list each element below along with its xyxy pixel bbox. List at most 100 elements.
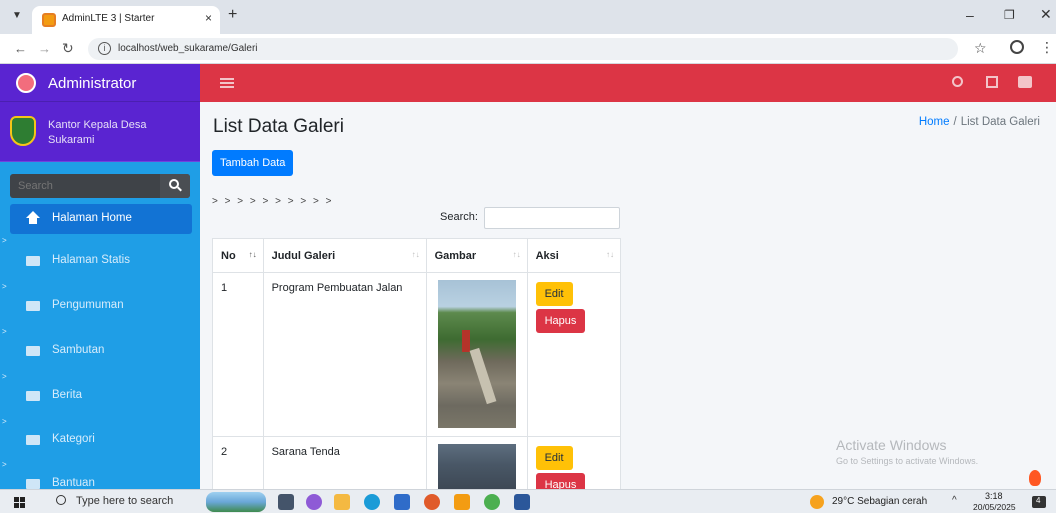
site-info-icon[interactable]: i: [98, 42, 111, 55]
delete-button[interactable]: Hapus: [535, 473, 586, 489]
firefox-icon[interactable]: [424, 494, 440, 510]
column-header-aksi[interactable]: Aksi ↑↓: [526, 238, 622, 273]
flame-icon[interactable]: [1029, 470, 1041, 486]
profile-icon[interactable]: [1010, 40, 1024, 54]
navbar-search-icon[interactable]: [952, 76, 963, 87]
table-row: 1 Program Pembuatan Jalan Edit Hapus: [212, 272, 622, 437]
breadcrumb-current: List Data Galeri: [960, 116, 1040, 128]
caret-right-icon: >: [2, 282, 7, 291]
copilot-icon[interactable]: [306, 494, 322, 510]
sidebar-item-sambutan[interactable]: Sambutan: [10, 336, 192, 366]
caret-right-icon: >: [2, 417, 7, 426]
weather-sun-icon[interactable]: [810, 495, 824, 509]
table-search-input[interactable]: [484, 207, 620, 229]
weather-text[interactable]: 29°C Sebagian cerah: [832, 496, 927, 507]
add-data-button[interactable]: Tambah Data: [212, 150, 294, 176]
caret-right-icon: >: [2, 236, 7, 245]
column-header-judul[interactable]: Judul Galeri ↑↓: [262, 238, 427, 273]
list-icon: [26, 391, 40, 401]
edit-button[interactable]: Edit: [535, 282, 573, 306]
table-row: 2 Sarana Tenda Edit Hapus: [212, 436, 622, 489]
notification-icon[interactable]: 4: [1032, 496, 1046, 508]
word-icon[interactable]: [514, 494, 530, 510]
clock-date[interactable]: 20/05/2025: [973, 502, 1016, 512]
activate-windows-title: Activate Windows: [836, 437, 947, 453]
brand-text: Administrator: [48, 75, 137, 92]
user-name[interactable]: Kantor Kepala Desa Sukarami: [48, 118, 146, 148]
new-tab-button[interactable]: +: [228, 6, 237, 24]
file-explorer-icon[interactable]: [334, 494, 350, 510]
window-restore-button[interactable]: ❐: [1004, 8, 1015, 22]
browser-menu-icon[interactable]: ⋮: [1040, 39, 1054, 56]
fullscreen-icon[interactable]: [986, 76, 998, 88]
column-header-gambar[interactable]: Gambar ↑↓: [425, 238, 528, 273]
list-icon: [26, 256, 40, 266]
taskbar-search-input[interactable]: Type here to search: [76, 495, 173, 507]
forward-arrow-icon[interactable]: →: [38, 41, 51, 56]
sidebar-search-input[interactable]: [18, 180, 158, 192]
cell-aksi: Edit Hapus: [526, 436, 622, 489]
home-icon: [26, 211, 40, 224]
window-minimize-button[interactable]: –: [966, 7, 974, 23]
user-name-line1: Kantor Kepala Desa: [48, 119, 147, 131]
browser-tabbar: ▼ AdminLTE 3 | Starter × + – ❐ ✕: [0, 0, 1056, 34]
cell-judul: Sarana Tenda: [262, 436, 427, 489]
sidebar-item-label: Bantuan: [52, 477, 95, 489]
tab-search-chevron-icon[interactable]: ▼: [12, 10, 22, 21]
village-emblem-icon: [10, 116, 36, 146]
page-title: List Data Galeri: [213, 116, 344, 137]
sidebar-item-label: Halaman Statis: [52, 254, 130, 266]
top-navbar: [200, 64, 1056, 102]
breadcrumb-home-link[interactable]: Home: [919, 116, 950, 128]
tab-close-icon[interactable]: ×: [205, 11, 212, 25]
sidebar-item-halaman-statis[interactable]: Halaman Statis: [10, 246, 192, 276]
sidebar-item-pengumuman[interactable]: Pengumuman: [10, 291, 192, 321]
sort-icon: ↑↓: [411, 250, 420, 259]
outlook-icon[interactable]: [394, 494, 410, 510]
reload-icon[interactable]: ↻: [62, 40, 74, 57]
hamburger-menu-icon[interactable]: [220, 78, 234, 88]
brand-link[interactable]: Administrator: [0, 64, 200, 102]
caret-right-icon: >: [2, 460, 7, 469]
edit-button[interactable]: Edit: [535, 446, 573, 470]
sidebar-item-halaman-home[interactable]: Halaman Home: [10, 204, 192, 234]
sidebar: Administrator Kantor Kepala Desa Sukaram…: [0, 64, 200, 489]
browser-tab-active[interactable]: AdminLTE 3 | Starter ×: [32, 6, 220, 34]
user-name-line2: Sukarami: [48, 134, 95, 146]
list-icon: [26, 301, 40, 311]
window-close-button[interactable]: ✕: [1040, 6, 1052, 23]
back-arrow-icon[interactable]: ←: [14, 41, 27, 56]
pagination-arrows[interactable]: > > > > > > > > > >: [212, 196, 333, 207]
url-bar[interactable]: i localhost/web_sukarame/Galeri: [88, 38, 958, 60]
task-view-icon[interactable]: [278, 494, 294, 510]
cell-gambar: [425, 272, 528, 437]
url-text[interactable]: localhost/web_sukarame/Galeri: [118, 43, 258, 54]
user-panel: Kantor Kepala Desa Sukarami: [0, 102, 200, 162]
xampp-icon[interactable]: [454, 494, 470, 510]
taskbar-search-icon: [56, 495, 66, 505]
delete-button[interactable]: Hapus: [535, 309, 586, 333]
sidebar-search-button[interactable]: [160, 174, 190, 198]
cell-aksi: Edit Hapus: [526, 272, 622, 437]
windows-start-icon[interactable]: [14, 497, 25, 508]
sidebar-item-kategori[interactable]: Kategori: [10, 425, 192, 455]
sidebar-item-label: Kategori: [52, 433, 95, 445]
gallery-image: [437, 444, 516, 489]
sidebar-item-label: Sambutan: [52, 344, 105, 356]
tray-chevron-up-icon[interactable]: ^: [952, 495, 957, 506]
caret-right-icon: >: [2, 327, 7, 336]
bookmark-star-icon[interactable]: ☆: [974, 40, 987, 57]
sidebar-item-berita[interactable]: Berita: [10, 381, 192, 411]
chrome-icon[interactable]: [484, 494, 500, 510]
caret-right-icon: >: [2, 372, 7, 381]
breadcrumb-separator: /: [953, 116, 957, 128]
widgets-scene-icon[interactable]: [206, 492, 266, 512]
sidebar-item-label: Halaman Home: [52, 212, 132, 224]
control-sidebar-icon[interactable]: [1018, 76, 1032, 88]
sidebar-item-bantuan[interactable]: Bantuan: [10, 469, 192, 489]
clock-time[interactable]: 3:18: [985, 491, 1003, 501]
tab-title: AdminLTE 3 | Starter: [62, 13, 155, 24]
cell-no: 2: [212, 436, 264, 489]
edge-icon[interactable]: [364, 494, 380, 510]
column-header-no[interactable]: No ↑↓: [212, 238, 264, 273]
